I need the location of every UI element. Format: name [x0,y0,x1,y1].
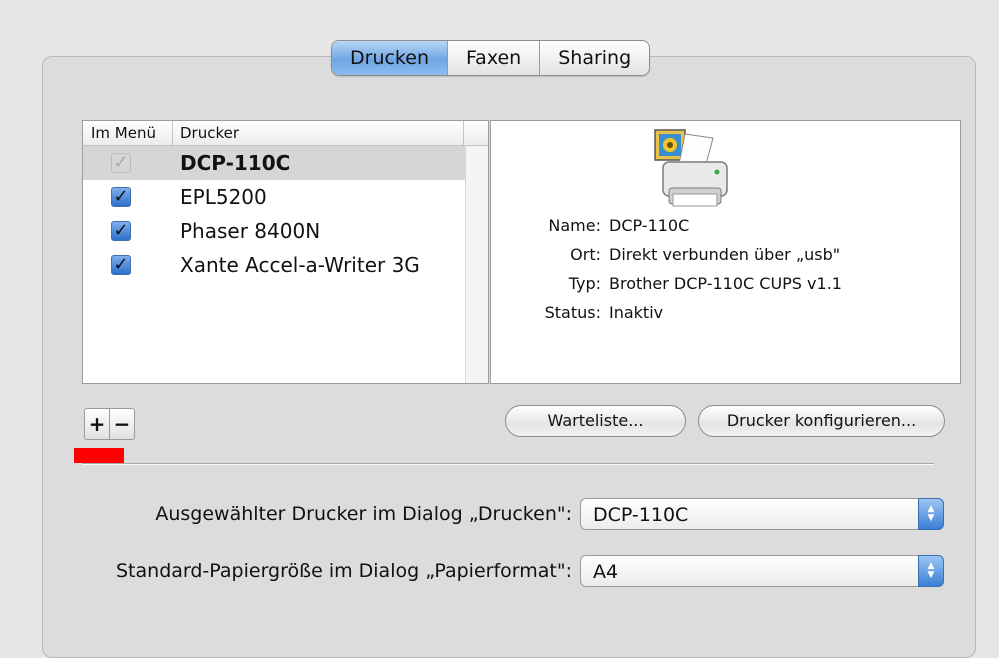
info-location-label: Ort: [570,245,601,264]
printer-name: EPL5200 [180,185,267,209]
info-name-value: DCP-110C [609,216,690,235]
remove-printer-button[interactable]: − [109,409,134,439]
printer-row-phaser-8400n[interactable]: ✓ Phaser 8400N [83,214,465,248]
info-type-row: Typ: Brother DCP-110C CUPS v1.1 [491,269,960,298]
info-status-row: Status: Inaktiv [491,298,960,327]
info-name-label: Name: [548,216,601,235]
menu-checkbox[interactable]: ✓ [111,221,131,241]
column-header-spacer [464,121,488,145]
menu-checkbox-cell: ✓ [83,221,180,241]
info-location-value: Direkt verbunden über „usb" [609,245,841,264]
selected-printer-select[interactable]: DCP-110C ▲ ▼ [580,498,944,530]
info-status-label: Status: [544,303,601,322]
selected-printer-value: DCP-110C [593,504,689,526]
add-remove-control: + − [84,408,135,440]
info-status-value: Inaktiv [609,303,664,322]
tab-faxen[interactable]: Faxen [448,41,541,75]
printer-list-header: Im Menü Drucker [83,121,488,146]
menu-checkbox-cell: ✓ [83,153,180,173]
configure-printer-button[interactable]: Drucker konfigurieren... [698,405,945,437]
menu-checkbox-cell: ✓ [83,255,180,275]
column-header-printer[interactable]: Drucker [173,121,464,145]
paper-size-label: Standard-Papiergröße im Dialog „Papierfo… [116,560,572,582]
menu-checkbox[interactable]: ✓ [111,187,131,207]
tab-bar: Drucken Faxen Sharing [331,40,651,76]
printer-row-dcp-110c[interactable]: ✓ DCP-110C [83,146,465,180]
list-scrollbar[interactable] [465,146,488,383]
red-marker [74,448,124,463]
menu-checkbox[interactable]: ✓ [111,255,131,275]
select-arrows-icon: ▲ ▼ [918,555,944,587]
tab-sharing[interactable]: Sharing [540,41,649,75]
section-divider [82,463,934,465]
info-type-value: Brother DCP-110C CUPS v1.1 [609,274,842,293]
menu-checkbox: ✓ [111,153,131,173]
add-printer-button[interactable]: + [85,409,109,439]
printer-details-panel: Name: DCP-110C Ort: Direkt verbunden übe… [490,120,961,384]
printer-name: DCP-110C [180,151,291,175]
menu-checkbox-cell: ✓ [83,187,180,207]
printer-name: Phaser 8400N [180,219,321,243]
printer-name: Xante Accel-a-Writer 3G [180,253,420,277]
select-arrows-icon: ▲ ▼ [918,498,944,530]
printer-row-xante[interactable]: ✓ Xante Accel-a-Writer 3G [83,248,465,282]
column-header-menu[interactable]: Im Menü [83,121,173,145]
printer-list[interactable]: Im Menü Drucker ✓ DCP-110C ✓ EPL5200 ✓ P… [82,120,489,384]
printer-row-epl5200[interactable]: ✓ EPL5200 [83,180,465,214]
tab-drucken[interactable]: Drucken [332,41,448,75]
paper-size-value: A4 [593,561,619,583]
info-name-row: Name: DCP-110C [491,211,960,240]
info-location-row: Ort: Direkt verbunden über „usb" [491,240,960,269]
selected-printer-label: Ausgewählter Drucker im Dialog „Drucken"… [155,503,572,525]
info-type-label: Typ: [568,274,601,293]
printer-icon [654,129,728,207]
queue-button[interactable]: Warteliste... [505,405,686,437]
paper-size-select[interactable]: A4 ▲ ▼ [580,555,944,587]
printer-info: Name: DCP-110C Ort: Direkt verbunden übe… [491,211,960,327]
